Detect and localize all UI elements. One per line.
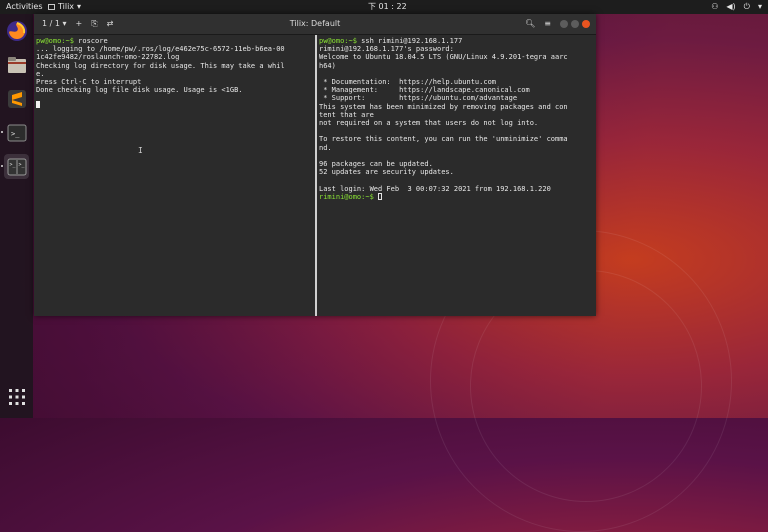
terminal-line: 96 packages can be updated. [319,160,433,169]
firefox-launcher[interactable] [4,18,29,43]
chevron-down-icon: ▾ [77,2,82,11]
prompt: rimini@omo:~$ [319,192,379,201]
svg-text:>_: >_ [11,130,20,138]
titlebar-right-controls: 🔍︎ ≡ [525,14,590,34]
terminal-line: Press Ctrl-C to interrupt [36,78,142,87]
text-cursor [36,100,40,108]
hamburger-menu-icon[interactable]: ≡ [544,14,551,34]
running-indicator [1,165,3,167]
app-menu[interactable]: Tilix ▾ [48,0,81,14]
window-buttons [560,20,590,28]
terminal-line: Done checking log file disk usage. Usage… [36,86,243,95]
terminal-line: To restore this content, you can run the… [319,135,568,144]
show-applications-button[interactable] [4,384,29,409]
prompt: pw@omo:~$ [319,37,357,45]
tilix-small-icon [48,4,55,10]
running-indicator [1,131,3,133]
sublime-launcher[interactable] [4,86,29,111]
terminal-line: 1c42fe9482/roslaunch-omo-22782.log [36,53,180,62]
files-launcher[interactable] [4,52,29,77]
svg-text:>_: >_ [9,162,16,168]
window-titlebar[interactable]: 1 / 1 ▾ + ⎘ ⇄ Tilix: Default 🔍︎ ≡ [34,14,596,35]
power-icon: ⏻ [743,2,750,11]
command: roscore [73,37,108,45]
tilix-launcher[interactable]: >_ >_ [4,154,29,179]
terminal-line: Welcome to Ubuntu 18.04.5 LTS (GNU/Linux… [319,53,568,62]
tilix-icon: >_ >_ [7,158,26,175]
firefox-icon [6,20,27,41]
text-cursor [378,193,383,201]
terminal-line: pw@omo:~$ ssh rimini@192.168.1.177 [319,37,594,45]
clock[interactable]: 下 01 : 22 [368,0,407,14]
terminal-line: h64) [319,61,336,70]
minimize-button[interactable] [560,20,568,28]
show-apps-icon [8,388,25,405]
mouse-ibeam-cursor: I [138,146,143,155]
svg-text:>_: >_ [18,162,25,168]
terminal-pane-right[interactable]: pw@omo:~$ ssh rimini@192.168.1.177 rimin… [317,35,596,316]
terminal-line: rimini@omo:~$ [319,193,594,201]
files-icon [7,56,26,73]
terminal-line: rimini@192.168.1.177's password: [319,45,454,54]
terminal-line: * Support: https://ubuntu.com/advantage [319,94,518,103]
app-menu-label: Tilix [58,2,75,11]
search-icon[interactable]: 🔍︎ [525,14,535,34]
top-bar: Activities Tilix ▾ 下 01 : 22 ⚇ ◀) ⏻ ▾ [0,0,768,14]
prompt: pw@omo:~$ [36,37,74,45]
terminal-line: * Management: https://landscape.canonica… [319,86,530,95]
terminal-icon: >_ [7,124,26,141]
sublime-text-icon [7,89,26,108]
dock: >_ >_ >_ [0,14,33,418]
window-title: Tilix: Default [289,19,341,28]
terminal-line: ... logging to /home/pw/.ros/log/e462e75… [36,45,285,54]
terminal-line: tent that are [319,110,374,119]
chevron-down-icon: ▾ [757,2,762,11]
system-tray[interactable]: ⚇ ◀) ⏻ ▾ [711,0,762,14]
terminal-line: This system has been minimized by removi… [319,102,568,111]
cursor-line [36,100,313,108]
terminal-line: e. [36,69,45,78]
terminal-line: Checking log directory for disk usage. T… [36,61,285,70]
terminal-pane-left[interactable]: pw@omo:~$ roscore ... logging to /home/p… [34,35,315,316]
maximize-button[interactable] [571,20,579,28]
activities-button[interactable]: Activities [6,0,43,14]
network-icon: ⚇ [711,2,719,11]
volume-icon: ◀) [726,2,736,11]
terminal-line: nd. [319,143,332,152]
terminal-line: * Documentation: https://help.ubuntu.com [319,78,497,87]
close-button[interactable] [582,20,590,28]
terminal-line: 52 updates are security updates. [319,168,454,177]
terminal-line: Last login: Wed Feb 3 00:07:32 2021 from… [319,184,551,193]
terminal-line: not required on a system that users do n… [319,119,539,128]
terminal-launcher[interactable]: >_ [4,120,29,145]
tilix-window[interactable]: 1 / 1 ▾ + ⎘ ⇄ Tilix: Default 🔍︎ ≡ pw@omo… [34,14,596,316]
command: ssh rimini@192.168.1.177 [356,37,463,45]
terminal-line: pw@omo:~$ roscore [36,37,313,45]
